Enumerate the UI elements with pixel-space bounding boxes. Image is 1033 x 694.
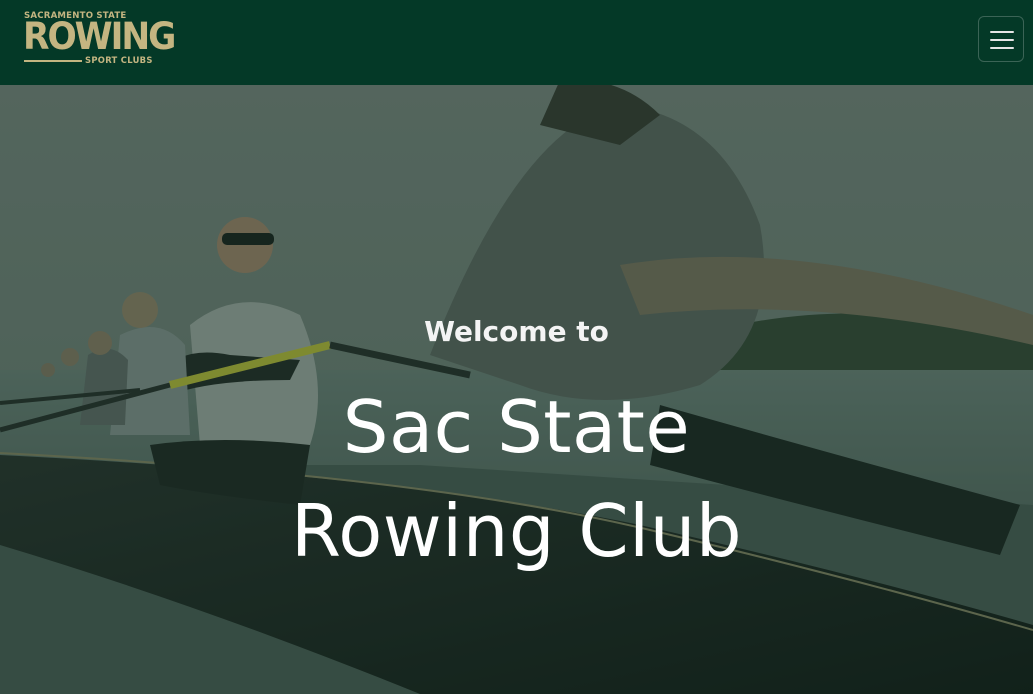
logo-main-text: ROWING [23,15,176,58]
nav-toggle-button[interactable] [978,16,1024,62]
navbar: SACRAMENTO STATE ROWING SPORT CLUBS [0,0,1033,85]
site-logo[interactable]: SACRAMENTO STATE ROWING SPORT CLUBS [23,11,176,69]
logo-bottom-text: SPORT CLUBS [85,55,153,65]
hero-title-line-1: Sac State [342,385,691,469]
hero-title: Sac State Rowing Club [0,375,1033,583]
hero-section: Welcome to Sac State Rowing Club [0,85,1033,694]
hero-welcome-text: Welcome to [424,315,609,348]
logo-divider [24,60,82,62]
hero-title-line-2: Rowing Club [290,489,743,573]
